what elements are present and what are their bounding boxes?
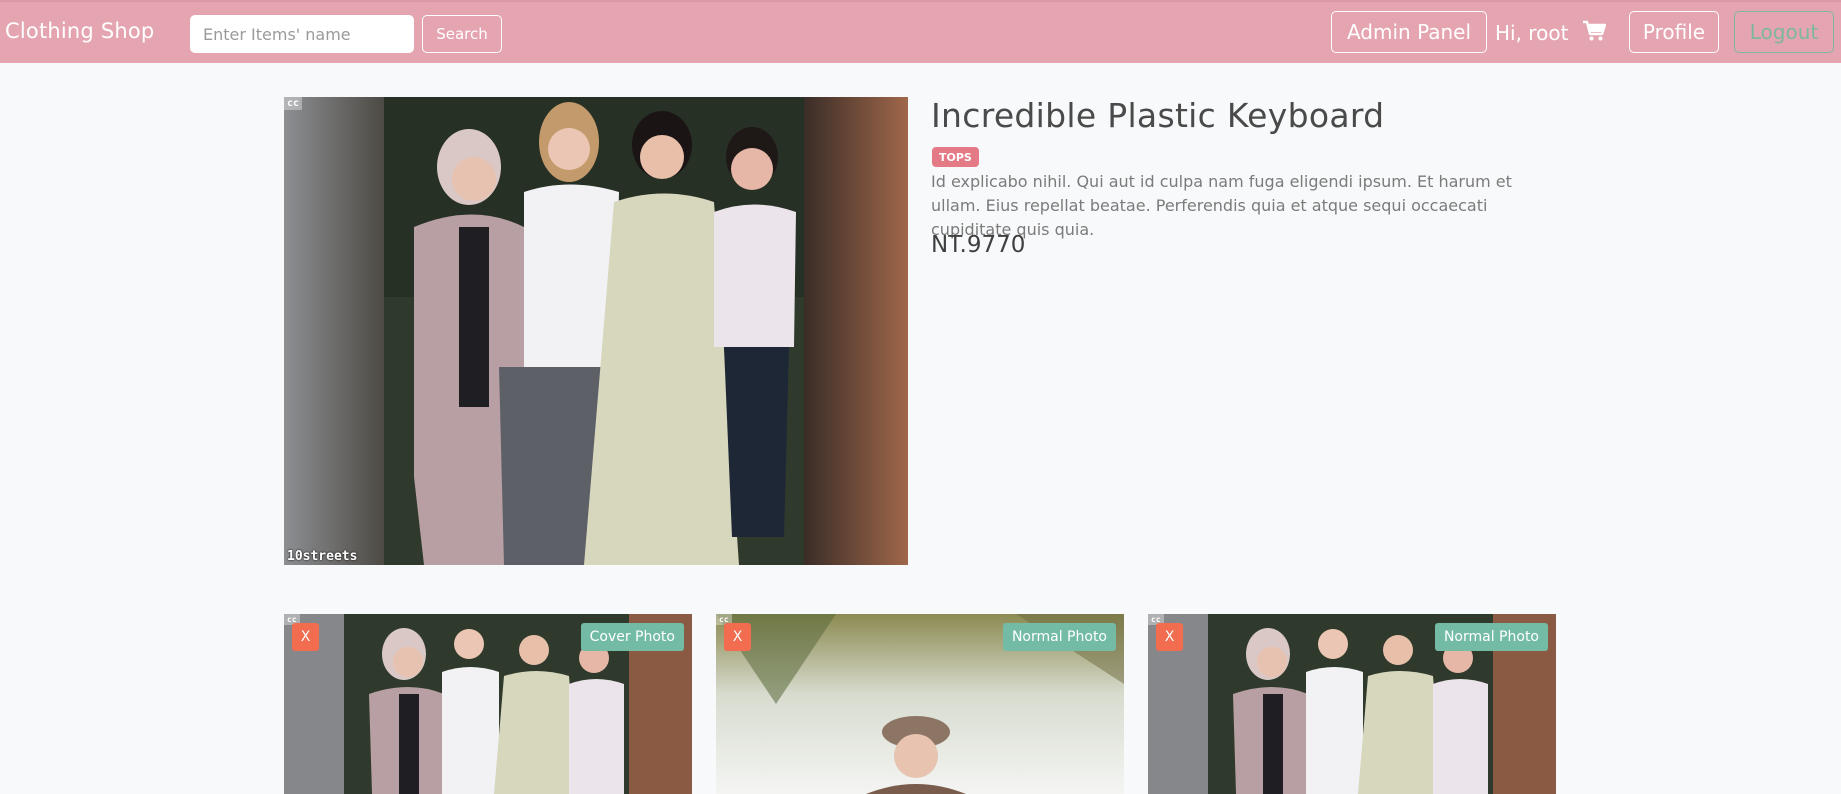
photo-type-button[interactable]: Normal Photo: [1002, 623, 1116, 651]
product-main-photo: cc 10streets: [284, 97, 908, 565]
admin-panel-button[interactable]: Admin Panel: [1331, 11, 1487, 53]
category-badge: TOPS: [932, 147, 979, 167]
photo-card: cc X Normal Photo: [716, 614, 1124, 794]
product-price: NT.9770: [931, 232, 1026, 258]
remove-photo-button[interactable]: X: [292, 623, 319, 651]
navbar: Clothing Shop Search Admin Panel Hi, roo…: [0, 0, 1841, 63]
photo-card: cc X Normal Photo: [1148, 614, 1556, 794]
photo-card: cc X Cover Photo: [284, 614, 692, 794]
cart-icon[interactable]: [1582, 20, 1606, 42]
photo-type-button[interactable]: Cover Photo: [580, 623, 684, 651]
user-greeting: Hi, root: [1495, 21, 1569, 45]
remove-photo-button[interactable]: X: [724, 623, 751, 651]
product-title: Incredible Plastic Keyboard: [931, 96, 1385, 135]
product-description: Id explicabo nihil. Qui aut id culpa nam…: [931, 172, 1512, 239]
photo-type-button[interactable]: Normal Photo: [1434, 623, 1548, 651]
photo-watermark: 10streets: [287, 549, 358, 564]
cc-label: cc: [284, 97, 303, 110]
search-button[interactable]: Search: [422, 15, 502, 53]
product-photo-image: [284, 97, 908, 565]
brand-link[interactable]: Clothing Shop: [5, 19, 154, 43]
remove-photo-button[interactable]: X: [1156, 623, 1183, 651]
logout-button[interactable]: Logout: [1734, 11, 1834, 53]
search-input[interactable]: [190, 15, 414, 53]
profile-button[interactable]: Profile: [1629, 11, 1719, 53]
